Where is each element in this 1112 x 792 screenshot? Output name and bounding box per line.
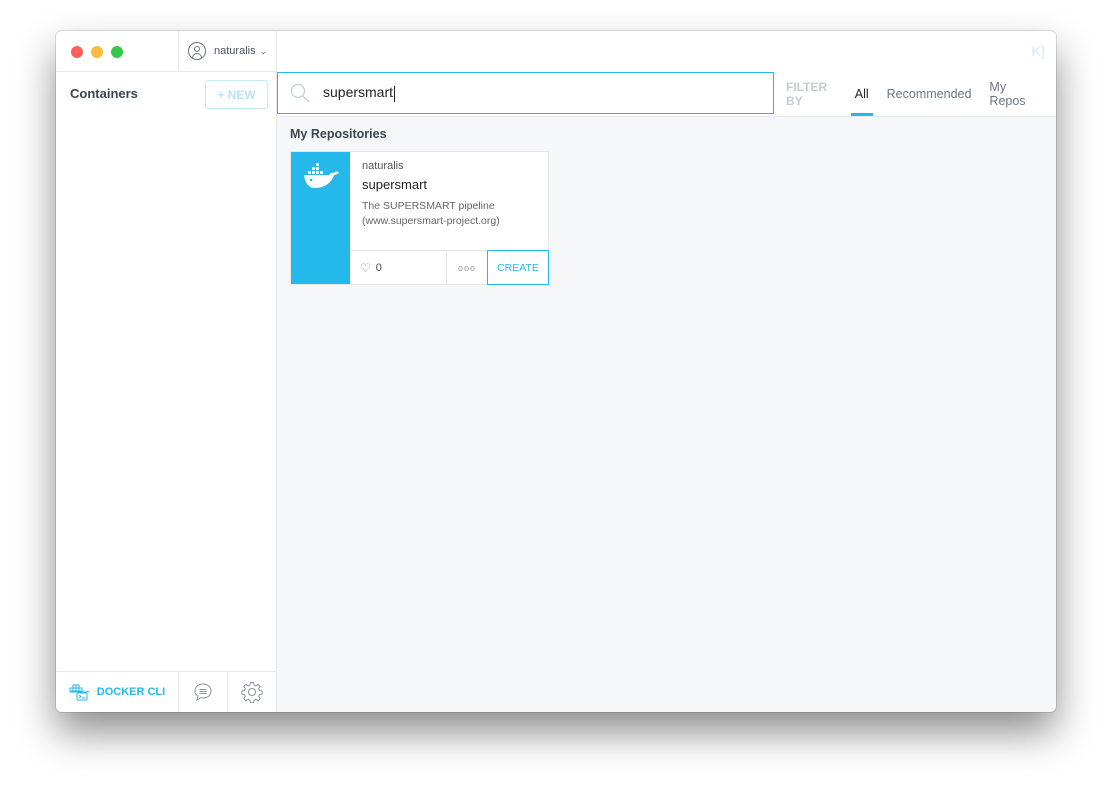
likes-count: 0: [375, 261, 382, 274]
search-input[interactable]: supersmart: [277, 72, 774, 114]
more-options-button[interactable]: ooo: [447, 251, 487, 284]
zoom-window-button[interactable]: [111, 46, 123, 58]
search-value: supersmart: [323, 84, 396, 102]
card-footer: ♡ 0 ooo CREATE: [350, 250, 549, 285]
heart-icon: ♡: [360, 260, 371, 275]
settings-button[interactable]: [228, 672, 276, 712]
repository-card[interactable]: naturalis supersmart The SUPERSMART pipe…: [290, 151, 549, 285]
user-avatar-icon: [188, 42, 206, 60]
user-menu[interactable]: naturalis ⌄: [178, 31, 277, 71]
close-window-button[interactable]: [71, 46, 83, 58]
text-cursor: [394, 85, 396, 102]
filter-bar: FILTER BY All Recommended My Repos: [786, 71, 1056, 116]
sidebar: naturalis ⌄ Containers + NEW DOCKER CLI: [56, 31, 277, 712]
repo-name: supersmart: [362, 177, 428, 192]
docker-whale-icon: [304, 163, 339, 188]
app-window: naturalis ⌄ Containers + NEW DOCKER CLI: [56, 31, 1056, 712]
tab-recommended[interactable]: Recommended: [887, 71, 972, 116]
new-container-button[interactable]: + NEW: [205, 80, 268, 109]
likes-button[interactable]: ♡ 0: [350, 251, 447, 284]
repo-description-line: The SUPERSMART pipeline: [362, 200, 495, 212]
feedback-button[interactable]: [179, 672, 228, 712]
repo-description: The SUPERSMART pipeline (www.supersmart-…: [362, 199, 538, 229]
tab-all[interactable]: All: [850, 71, 873, 116]
chevron-down-icon: ⌄: [259, 45, 268, 56]
gear-icon: [241, 682, 263, 703]
repo-description-line: (www.supersmart-project.org): [362, 215, 500, 227]
card-body: naturalis supersmart The SUPERSMART pipe…: [362, 160, 538, 229]
create-button[interactable]: CREATE: [487, 250, 549, 285]
repo-owner: naturalis: [362, 160, 404, 172]
filter-label: FILTER BY: [786, 79, 828, 108]
main-titlebar: K]: [277, 31, 1056, 71]
containers-title: Containers: [70, 86, 138, 101]
username: naturalis: [214, 45, 256, 57]
chat-bubble-icon: [194, 683, 212, 702]
kitematic-logo: K]: [1031, 43, 1045, 59]
search-icon: [290, 83, 310, 103]
docker-cli-icon: [69, 684, 90, 701]
card-image-panel: [291, 152, 350, 284]
tab-my-repos[interactable]: My Repos: [989, 71, 1038, 116]
docker-cli-label: DOCKER CLI: [96, 686, 166, 698]
minimize-window-button[interactable]: [91, 46, 103, 58]
section-title: My Repositories: [290, 127, 387, 141]
search-bar-row: supersmart FILTER BY All Recommended My …: [277, 71, 1056, 117]
sidebar-footer: DOCKER CLI: [56, 671, 276, 712]
more-icon: ooo: [457, 262, 477, 273]
titlebar: naturalis ⌄: [56, 31, 276, 72]
docker-cli-button[interactable]: DOCKER CLI: [56, 672, 179, 712]
